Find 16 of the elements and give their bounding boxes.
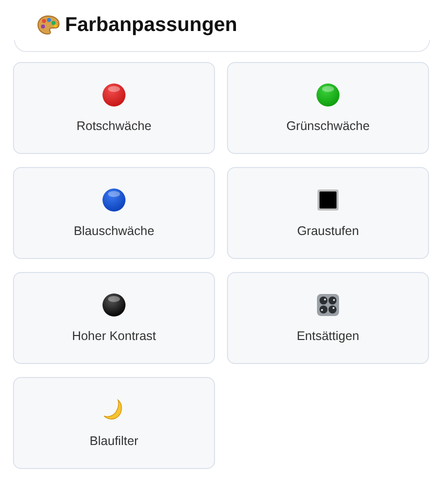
filter-option-card[interactable]: Blaufilter — [13, 377, 215, 469]
circle-icon — [316, 83, 340, 107]
section-title: Farbanpassungen — [65, 14, 238, 36]
circle-icon — [102, 83, 126, 107]
circle-icon — [102, 293, 126, 317]
square-icon — [317, 189, 339, 211]
filter-option-card[interactable]: Grünschwäche — [227, 62, 429, 154]
filter-option-card[interactable]: Hoher Kontrast — [13, 272, 215, 364]
crescent-moon-icon — [103, 399, 125, 421]
control-knobs-icon — [317, 294, 339, 316]
circle-icon — [102, 188, 126, 212]
filter-option-card[interactable]: Blauschwäche — [13, 167, 215, 259]
filter-option-card[interactable]: Rotschwäche — [13, 62, 215, 154]
filter-option-card[interactable]: Entsättigen — [227, 272, 429, 364]
palette-icon — [37, 15, 60, 35]
filter-option-card[interactable]: Graustufen — [227, 167, 429, 259]
